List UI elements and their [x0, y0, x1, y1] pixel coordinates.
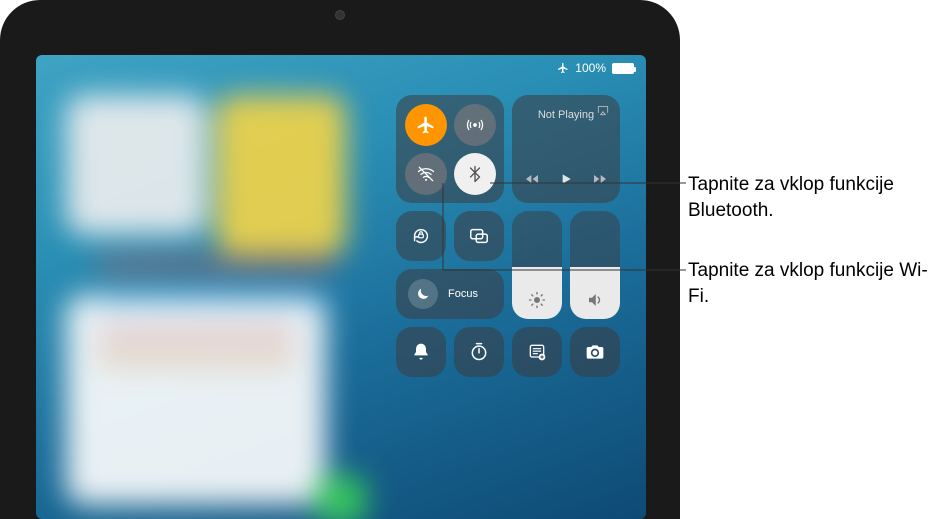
- forward-button[interactable]: [592, 171, 608, 187]
- timer-button[interactable]: [454, 327, 504, 377]
- screen-mirroring-button[interactable]: [454, 211, 504, 261]
- front-camera: [335, 10, 345, 20]
- airplane-mode-button[interactable]: [405, 104, 447, 146]
- airplane-icon: [416, 115, 436, 135]
- volume-slider[interactable]: [570, 211, 620, 319]
- media-title: Not Playing: [538, 109, 594, 121]
- play-button[interactable]: [558, 171, 574, 187]
- rotation-lock-icon: [410, 225, 432, 247]
- camera-icon: [585, 342, 605, 362]
- focus-label: Focus: [448, 288, 478, 300]
- ipad-screen: 100%: [36, 55, 646, 519]
- quick-note-button[interactable]: [512, 327, 562, 377]
- status-bar: 100%: [557, 61, 634, 75]
- bell-icon: [411, 342, 431, 362]
- focus-button[interactable]: Focus: [396, 269, 504, 319]
- bluetooth-button[interactable]: [454, 153, 496, 195]
- callout-wifi: Tapnite za vklop funkcije Wi-Fi.: [688, 258, 938, 309]
- camera-button[interactable]: [570, 327, 620, 377]
- rotation-lock-button[interactable]: [396, 211, 446, 261]
- note-add-icon: [527, 342, 547, 362]
- wifi-off-icon: [416, 164, 436, 184]
- callouts: Tapnite za vklop funkcije Bluetooth. Tap…: [688, 0, 938, 519]
- brightness-slider[interactable]: [512, 211, 562, 319]
- moon-icon: [408, 279, 438, 309]
- airplane-mode-status-icon: [557, 62, 569, 74]
- ipad-frame: 100%: [0, 0, 680, 519]
- connectivity-module[interactable]: [396, 95, 504, 203]
- rewind-button[interactable]: [524, 171, 540, 187]
- media-module[interactable]: Not Playing: [512, 95, 620, 203]
- volume-icon: [586, 291, 604, 309]
- timer-icon: [469, 342, 489, 362]
- airdrop-icon: [465, 115, 485, 135]
- battery-percent: 100%: [575, 61, 606, 75]
- airdrop-button[interactable]: [454, 104, 496, 146]
- airplay-icon[interactable]: [596, 103, 610, 117]
- media-controls: [524, 171, 608, 187]
- control-center: Not Playing: [396, 95, 626, 377]
- battery-icon: [612, 63, 634, 74]
- screen-mirroring-icon: [468, 225, 490, 247]
- brightness-icon: [528, 291, 546, 309]
- silent-mode-button[interactable]: [396, 327, 446, 377]
- callout-bluetooth: Tapnite za vklop funkcije Bluetooth.: [688, 172, 938, 223]
- wifi-button[interactable]: [405, 153, 447, 195]
- bluetooth-icon: [466, 165, 484, 183]
